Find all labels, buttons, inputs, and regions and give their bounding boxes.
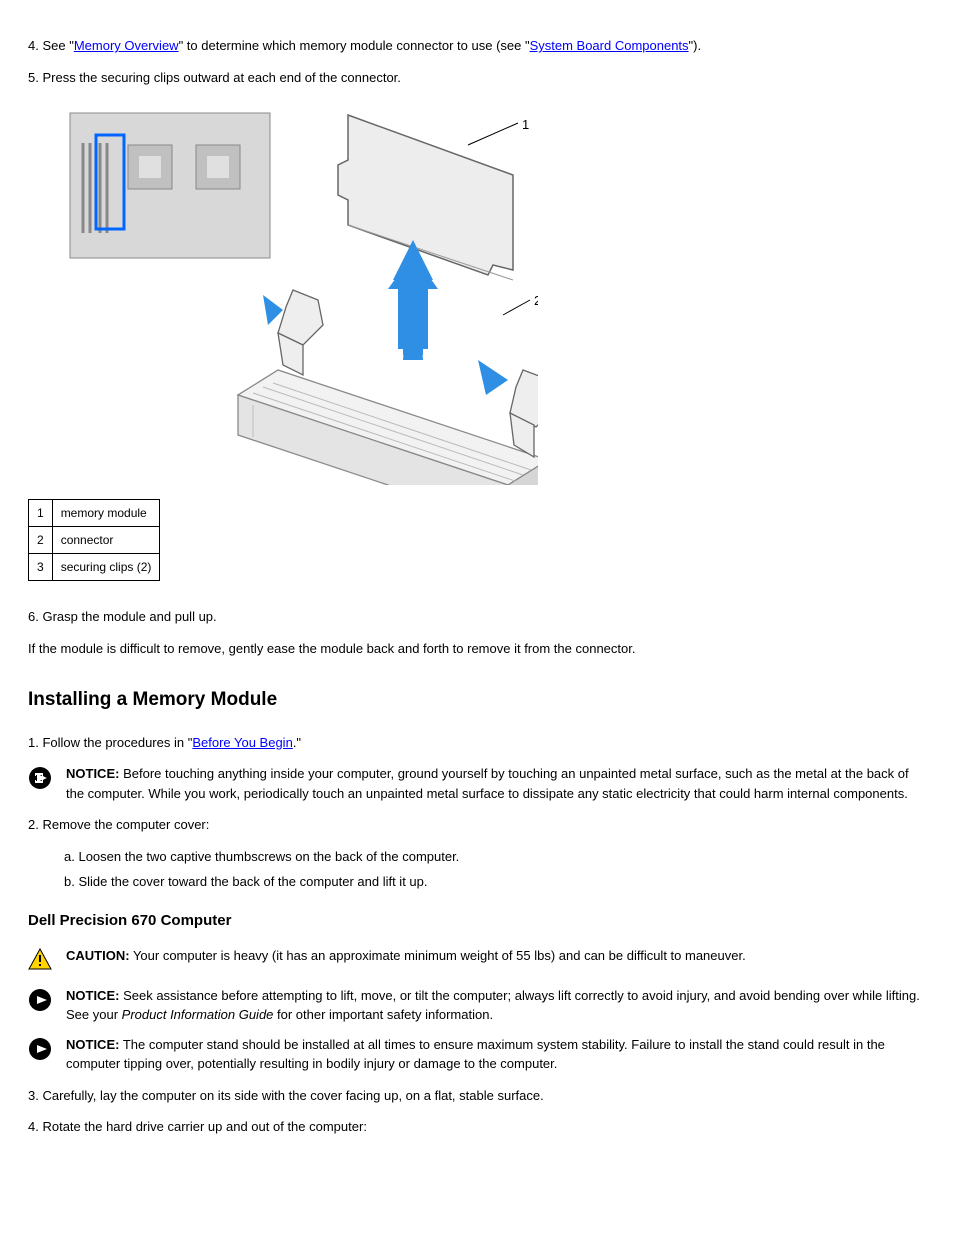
notice-label: NOTICE: (66, 1037, 119, 1052)
legend-2-text: connector (52, 527, 160, 554)
step-670-4-number: 4. (28, 1119, 39, 1134)
notice-body-2: for other important safety information. (273, 1007, 493, 1022)
caution-heavy-computer: CAUTION: Your computer is heavy (it has … (28, 946, 926, 976)
step-670-3-text: Carefully, lay the computer on its side … (42, 1088, 543, 1103)
caution-body: Your computer is heavy (it has an approx… (133, 948, 746, 963)
notice-stand-text: NOTICE: The computer stand should be ins… (66, 1035, 926, 1074)
notice-lifting-text: NOTICE: Seek assistance before attemptin… (66, 986, 926, 1025)
substep-b-text: Slide the cover toward the back of the c… (78, 874, 427, 889)
legend-3-text: securing clips (2) (52, 554, 160, 581)
install-step-1: 1. Follow the procedures in "Before You … (28, 733, 926, 753)
step-5-text: Press the securing clips outward at each… (42, 70, 400, 85)
notice-icon (28, 1037, 56, 1067)
step-670-3: 3. Carefully, lay the computer on its si… (28, 1086, 926, 1106)
legend-3-num: 3 (29, 554, 53, 581)
subheading-dell-precision-670: Dell Precision 670 Computer (28, 910, 926, 933)
step-4-mid: " to determine which memory module conne… (179, 38, 530, 53)
svg-text:1: 1 (522, 117, 529, 132)
link-memory-overview[interactable]: Memory Overview (74, 38, 179, 53)
step-5-number: 5. (28, 70, 39, 85)
install-step-2: 2. Remove the computer cover: (28, 815, 926, 835)
step-6: 6. Grasp the module and pull up. (28, 607, 926, 627)
legend-1-num: 1 (29, 500, 53, 527)
step-4: 4. See "Memory Overview" to determine wh… (28, 36, 926, 56)
notice-body: Before touching anything inside your com… (66, 766, 909, 801)
install-step-1-text: Follow the procedures in "Before You Beg… (42, 735, 301, 750)
arrow-right-icon (478, 360, 508, 395)
notice-italic: Product Information Guide (122, 1007, 274, 1022)
substep-a-num: a. (64, 849, 75, 864)
legend-row-2: 2 connector (29, 527, 160, 554)
notice-stand: NOTICE: The computer stand should be ins… (28, 1035, 926, 1074)
figure-svg: 1 2 3 (28, 105, 538, 485)
notice-label: NOTICE: (66, 766, 119, 781)
arrow-left-icon (263, 295, 283, 325)
notice-label: NOTICE: (66, 988, 119, 1003)
notice-body: The computer stand should be installed a… (66, 1037, 885, 1072)
heading-installing-memory-module: Installing a Memory Module (28, 686, 926, 715)
figure-memory-removal: 1 2 3 (28, 105, 926, 485)
legend-row-1: 1 memory module (29, 500, 160, 527)
step-4-suffix: "). (689, 38, 702, 53)
notice-grounding-text: NOTICE: Before touching anything inside … (66, 764, 926, 803)
link-before-you-begin[interactable]: Before You Begin (192, 735, 292, 750)
step-6-text: Grasp the module and pull up. (42, 609, 216, 624)
legend-1-text: memory module (52, 500, 160, 527)
step-670-4: 4. Rotate the hard drive carrier up and … (28, 1117, 926, 1137)
link-system-board-components[interactable]: System Board Components (530, 38, 689, 53)
step-6-note: If the module is difficult to remove, ge… (28, 639, 926, 659)
notice-icon (28, 766, 56, 796)
substep-a-text: Loosen the two captive thumbscrews on th… (78, 849, 459, 864)
install-step-2-substeps: a. Loosen the two captive thumbscrews on… (28, 847, 926, 892)
substep-a: a. Loosen the two captive thumbscrews on… (64, 847, 926, 867)
install-step-2-text: Remove the computer cover: (42, 817, 209, 832)
substep-b-num: b. (64, 874, 75, 889)
step-670-3-number: 3. (28, 1088, 39, 1103)
legend-row-3: 3 securing clips (2) (29, 554, 160, 581)
install-step-1-suffix: ." (293, 735, 301, 750)
notice-grounding: NOTICE: Before touching anything inside … (28, 764, 926, 803)
substep-b: b. Slide the cover toward the back of th… (64, 872, 926, 892)
arrow-up-icon (388, 240, 438, 360)
notice-lifting: NOTICE: Seek assistance before attemptin… (28, 986, 926, 1025)
step-5: 5. Press the securing clips outward at e… (28, 68, 926, 88)
caution-label: CAUTION: (66, 948, 130, 963)
caution-text: CAUTION: Your computer is heavy (it has … (66, 946, 926, 966)
figure-legend-table: 1 memory module 2 connector 3 securing c… (28, 499, 160, 581)
legend-2-num: 2 (29, 527, 53, 554)
install-step-1-prefix: Follow the procedures in " (42, 735, 192, 750)
install-step-1-number: 1. (28, 735, 39, 750)
step-4-text: See "Memory Overview" to determine which… (42, 38, 701, 53)
notice-icon (28, 988, 56, 1018)
step-670-4-text: Rotate the hard drive carrier up and out… (42, 1119, 366, 1134)
step-4-number: 4. (28, 38, 39, 53)
step-6-number: 6. (28, 609, 39, 624)
svg-text:2: 2 (534, 293, 538, 308)
install-step-2-number: 2. (28, 817, 39, 832)
step-4-prefix: See " (42, 38, 73, 53)
caution-icon (28, 948, 56, 976)
